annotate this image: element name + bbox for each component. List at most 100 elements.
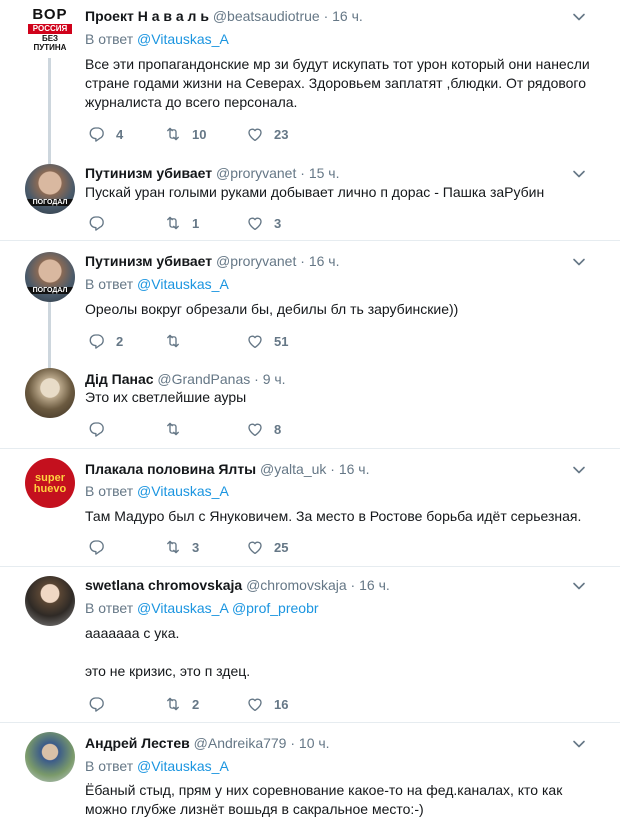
separator-dot: · xyxy=(300,165,305,181)
chevron-down-icon[interactable] xyxy=(572,167,586,181)
timestamp[interactable]: 10 ч. xyxy=(299,735,330,751)
avatar[interactable]: super huevo xyxy=(25,458,75,508)
display-name[interactable]: Путинизм убивает xyxy=(85,165,212,181)
retweet-icon xyxy=(164,420,182,438)
retweet-button[interactable]: 1 xyxy=(164,213,199,233)
like-button[interactable]: 23 xyxy=(246,124,288,144)
reply-icon xyxy=(88,695,106,713)
reply-button[interactable] xyxy=(88,213,116,233)
divider xyxy=(0,240,620,241)
user-handle[interactable]: @GrandPanas xyxy=(157,371,250,387)
mention-link[interactable]: @Vitauskas_A xyxy=(137,31,229,47)
display-name[interactable]: swetlana chromovskaja xyxy=(85,577,242,593)
reply-icon xyxy=(88,214,106,232)
heart-icon xyxy=(246,420,264,438)
timestamp[interactable]: 16 ч. xyxy=(309,253,340,269)
reply-button[interactable] xyxy=(88,694,116,714)
divider xyxy=(0,566,620,567)
avatar[interactable]: ПОГОДАЛ xyxy=(25,252,75,302)
timestamp[interactable]: 16 ч. xyxy=(359,577,390,593)
timestamp[interactable]: 16 ч. xyxy=(339,461,370,477)
retweet-button[interactable]: 3 xyxy=(164,537,199,557)
chevron-down-icon[interactable] xyxy=(572,463,586,477)
avatar[interactable]: ПОГОДАЛ xyxy=(25,164,75,214)
like-count: 16 xyxy=(274,696,289,712)
avatar-caption: ПОГОДАЛ xyxy=(25,287,75,294)
tweet-text-line: это не кризис, это п здец. xyxy=(85,663,251,679)
tweet-feed: ВОР РОССИЯ БЕЗ ПУТИНА Проект Н а в а л ь… xyxy=(0,0,620,824)
reply-prefix: В ответ xyxy=(85,600,134,616)
chevron-down-icon[interactable] xyxy=(572,255,586,269)
mention-link[interactable]: @Vitauskas_A xyxy=(137,758,229,774)
retweet-button[interactable]: 2 xyxy=(164,694,199,714)
reply-button[interactable]: 4 xyxy=(88,124,123,144)
tweet-text-line: ааааааа с ука. xyxy=(85,625,180,641)
mention-link[interactable]: @Vitauskas_A xyxy=(137,276,229,292)
reply-count: 2 xyxy=(116,333,124,349)
like-button[interactable]: 51 xyxy=(246,331,288,351)
heart-icon xyxy=(246,125,264,143)
mention-link[interactable]: @Vitauskas_A xyxy=(137,483,229,499)
display-name[interactable]: Плакала половина Ялты xyxy=(85,461,256,477)
tweet-actions: 1 3 xyxy=(85,213,385,233)
tweet-text: Там Мадуро был с Януковичем. За место в … xyxy=(85,508,582,524)
avatar[interactable] xyxy=(25,368,75,418)
timestamp[interactable]: 16 ч. xyxy=(332,8,363,24)
separator-dot: · xyxy=(300,253,305,269)
user-handle[interactable]: @yalta_uk xyxy=(260,461,326,477)
like-button[interactable]: 25 xyxy=(246,537,288,557)
mention-link[interactable]: @prof_preobr xyxy=(232,600,319,616)
user-handle[interactable]: @chromovskaja xyxy=(246,577,347,593)
tweet-header: swetlana chromovskaja @chromovskaja · 16… xyxy=(85,576,390,594)
separator-dot: · xyxy=(330,461,335,477)
like-button[interactable]: 16 xyxy=(246,694,288,714)
user-handle[interactable]: @Andreika779 xyxy=(194,735,287,751)
reply-button[interactable] xyxy=(88,419,116,439)
reply-prefix: В ответ xyxy=(85,758,134,774)
retweet-count: 2 xyxy=(192,696,200,712)
retweet-count: 1 xyxy=(192,215,200,231)
tweet-actions: 3 25 xyxy=(85,537,385,557)
separator-dot: · xyxy=(254,371,259,387)
chevron-down-icon[interactable] xyxy=(572,579,586,593)
retweet-button[interactable] xyxy=(164,331,192,351)
display-name[interactable]: Дід Панас xyxy=(85,371,154,387)
reply-count: 4 xyxy=(116,126,124,142)
reply-context: В ответ @Vitauskas_A xyxy=(85,275,229,293)
reply-icon xyxy=(88,420,106,438)
tweet-actions: 2 51 xyxy=(85,331,385,351)
like-button[interactable]: 3 xyxy=(246,213,281,233)
reply-icon xyxy=(88,332,106,350)
tweet-text: Ореолы вокруг обрезали бы, дебилы бл ть … xyxy=(85,301,459,317)
mention-link[interactable]: @Vitauskas_A xyxy=(137,600,228,616)
chevron-down-icon[interactable] xyxy=(572,10,586,24)
tweet-text: Пускай уран голыми руками добывает лично… xyxy=(85,184,545,200)
reply-button[interactable] xyxy=(88,537,116,557)
avatar[interactable]: ВОР РОССИЯ БЕЗ ПУТИНА xyxy=(25,4,75,54)
like-button[interactable]: 8 xyxy=(246,419,281,439)
reply-button[interactable]: 2 xyxy=(88,331,123,351)
chevron-down-icon[interactable] xyxy=(572,737,586,751)
user-handle[interactable]: @proryvanet xyxy=(216,253,296,269)
tweet-header: Дід Панас @GrandPanas · 9 ч. xyxy=(85,370,286,388)
display-name[interactable]: Путинизм убивает xyxy=(85,253,212,269)
reply-context: В ответ @Vitauskas_A xyxy=(85,482,229,500)
display-name[interactable]: Андрей Лестев xyxy=(85,735,190,751)
retweet-button[interactable]: 10 xyxy=(164,124,206,144)
user-handle[interactable]: @beatsaudiotrue xyxy=(213,8,320,24)
tweet-text: Это их светлейшие ауры xyxy=(85,389,247,405)
separator-dot: · xyxy=(290,735,296,751)
reply-context: В ответ @Vitauskas_A @prof_preobr xyxy=(85,599,319,617)
timestamp[interactable]: 15 ч. xyxy=(309,165,340,181)
timestamp[interactable]: 9 ч. xyxy=(263,371,286,387)
retweet-count: 10 xyxy=(192,126,207,142)
retweet-button[interactable] xyxy=(164,419,192,439)
avatar[interactable] xyxy=(25,576,75,626)
avatar-caption: ПОГОДАЛ xyxy=(25,199,75,206)
user-handle[interactable]: @proryvanet xyxy=(216,165,296,181)
reply-context: В ответ @Vitauskas_A xyxy=(85,30,229,48)
display-name[interactable]: Проект Н а в а л ь xyxy=(85,8,209,24)
avatar[interactable] xyxy=(25,732,75,782)
reply-context: В ответ @Vitauskas_A xyxy=(85,757,229,775)
like-count: 51 xyxy=(274,333,289,349)
